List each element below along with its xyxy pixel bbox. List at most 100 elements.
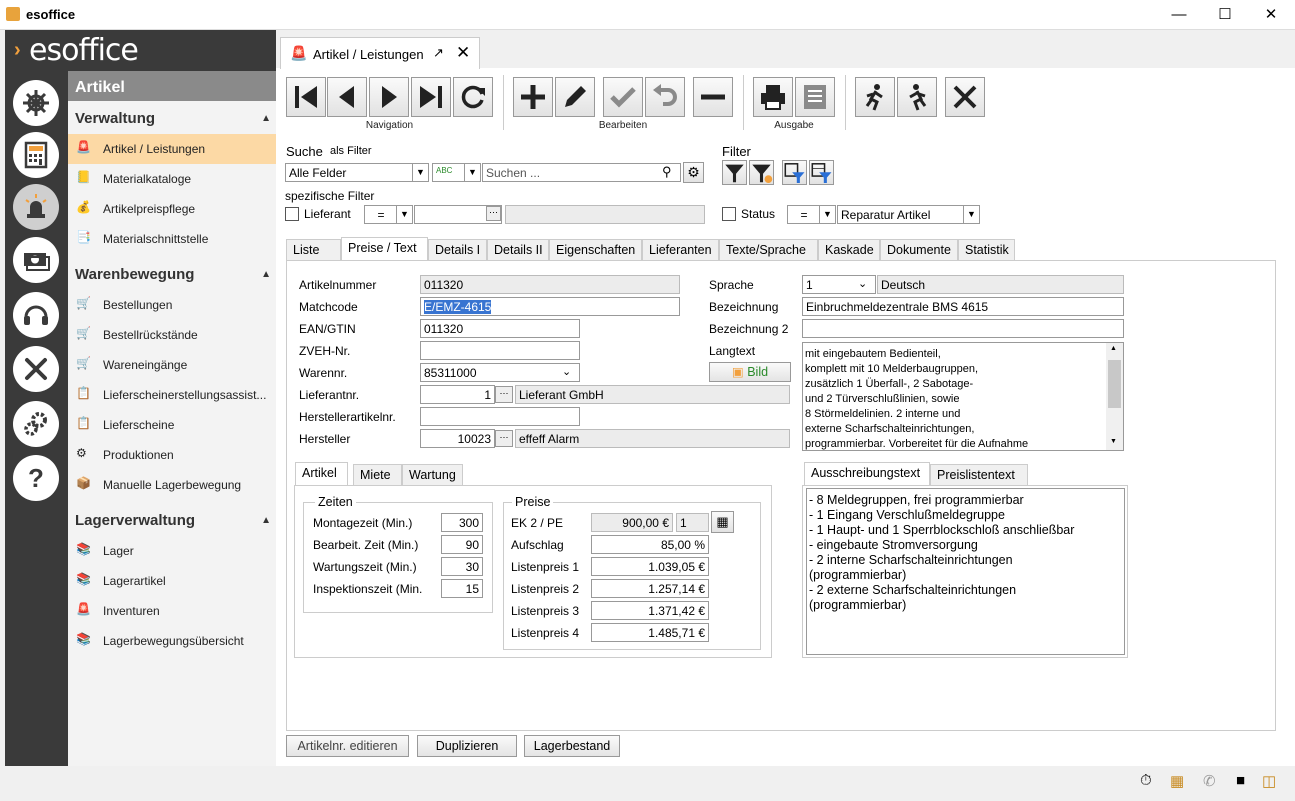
tab-details-2[interactable]: Details II	[487, 239, 549, 260]
tab-ausschreibungstext[interactable]: Ausschreibungstext	[804, 462, 930, 486]
sidebar-item-wareneingaenge[interactable]: 🛒 Wareneingänge	[68, 350, 276, 380]
money-icon[interactable]	[13, 237, 59, 283]
bezeichnung2-field[interactable]	[802, 319, 1124, 338]
status-value-select[interactable]: Reparatur Artikel	[837, 205, 965, 224]
sidebar-item-produktionen[interactable]: ⚙ Produktionen	[68, 440, 276, 470]
sidebar-item-lieferscheine[interactable]: 📋 Lieferscheine	[68, 410, 276, 440]
next-record-button[interactable]	[369, 77, 409, 117]
helm-icon[interactable]	[13, 80, 59, 126]
previous-record-button[interactable]	[327, 77, 367, 117]
tab-details-1[interactable]: Details I	[428, 239, 487, 260]
last-record-button[interactable]	[411, 77, 451, 117]
sidebar-item-lagerbewegungsuebersicht[interactable]: 📚 Lagerbewegungsübersicht	[68, 626, 276, 656]
first-record-button[interactable]	[286, 77, 326, 117]
cancel-button[interactable]	[945, 77, 985, 117]
section-verwaltung[interactable]: Verwaltung ▲	[68, 107, 276, 131]
status-checkbox[interactable]	[722, 207, 736, 221]
tab-statistik[interactable]: Statistik	[958, 239, 1015, 260]
bild-button[interactable]: ▣ Bild	[709, 362, 791, 382]
edit-button[interactable]	[555, 77, 595, 117]
stock-button[interactable]: Lagerbestand	[524, 735, 620, 757]
lieferant-operator[interactable]: =	[364, 205, 398, 224]
wartungszeit-field[interactable]: 30	[441, 557, 483, 576]
artikelnummer-field[interactable]: 011320	[420, 275, 680, 294]
chevron-down-icon[interactable]: ▼	[819, 205, 836, 224]
filter-funnel-icon[interactable]	[722, 160, 747, 185]
sidebar-item-lagerbewegung[interactable]: 📦 Manuelle Lagerbewegung	[68, 470, 276, 500]
hersteller-nr-field[interactable]: 10023	[420, 429, 495, 448]
document-tab[interactable]: 🚨 Artikel / Leistungen ↗ ✕	[280, 37, 480, 69]
save-button[interactable]	[603, 77, 643, 117]
search-field-select[interactable]: Alle Felder	[285, 163, 413, 182]
chevron-down-icon[interactable]: ▼	[464, 163, 481, 182]
filter-edit-icon[interactable]	[749, 160, 774, 185]
database-icon[interactable]: ◫	[1262, 772, 1276, 790]
lieferantnr-field[interactable]: 1	[420, 385, 495, 404]
bearbeitzeit-field[interactable]: 90	[441, 535, 483, 554]
stopwatch-icon[interactable]: ⏱	[1140, 772, 1152, 789]
listenpreis3-field[interactable]: 1.371,42 €	[591, 601, 709, 620]
lock-icon[interactable]: ■	[1236, 772, 1245, 789]
sidebar-item-materialkataloge[interactable]: 📒 Materialkataloge	[68, 164, 276, 194]
alarm-light-icon[interactable]	[13, 184, 59, 230]
subtab-artikel[interactable]: Artikel	[295, 462, 348, 486]
edit-artikelnr-button[interactable]: Artikelnr. editieren	[286, 735, 409, 757]
inspektionszeit-field[interactable]: 15	[441, 579, 483, 598]
abc-icon[interactable]: ABC	[432, 163, 465, 182]
sidebar-item-bestellrueckstaende[interactable]: 🛒 Bestellrückstände	[68, 320, 276, 350]
close-tab-icon[interactable]: ✕	[456, 43, 470, 63]
tab-lieferanten[interactable]: Lieferanten	[642, 239, 719, 260]
calculator-icon[interactable]	[13, 132, 59, 178]
lieferant-lookup-button[interactable]: ⋯	[495, 386, 513, 403]
close-window-button[interactable]: ✕	[1248, 0, 1294, 30]
warennr-field[interactable]: 85311000	[420, 363, 580, 382]
sidebar-item-artikel-leistungen[interactable]: 🚨 Artikel / Leistungen	[68, 134, 276, 164]
print-button[interactable]	[753, 77, 793, 117]
tab-texte-sprache[interactable]: Texte/Sprache	[719, 239, 818, 260]
tab-eigenschaften[interactable]: Eigenschaften	[549, 239, 642, 260]
add-button[interactable]	[513, 77, 553, 117]
help-icon[interactable]: ?	[13, 455, 59, 501]
ausschreibung-text-area[interactable]: - 8 Meldegruppen, frei programmierbar - 1…	[806, 488, 1125, 655]
tab-preislistentext[interactable]: Preislistentext	[930, 464, 1028, 485]
filter-table-icon[interactable]	[809, 160, 834, 185]
tab-dokumente[interactable]: Dokumente	[880, 239, 958, 260]
chevron-down-icon[interactable]: ⌄	[562, 365, 571, 378]
tab-preise-text[interactable]: Preise / Text	[341, 237, 428, 260]
gears-icon[interactable]	[13, 401, 59, 447]
status-operator[interactable]: =	[787, 205, 821, 224]
minimize-button[interactable]: —	[1156, 0, 1202, 30]
chevron-down-icon[interactable]: ⌄	[858, 277, 867, 290]
langtext-area[interactable]: mit eingebautem Bedienteil, komplett mit …	[802, 342, 1124, 451]
report-list-button[interactable]	[795, 77, 835, 117]
chevron-down-icon[interactable]: ▼	[412, 163, 429, 182]
scrollbar-thumb[interactable]	[1108, 360, 1121, 408]
montagezeit-field[interactable]: 300	[441, 513, 483, 532]
sidebar-item-inventuren[interactable]: 🚨 Inventuren	[68, 596, 276, 626]
run-right-button[interactable]	[897, 77, 937, 117]
zveh-field[interactable]	[420, 341, 580, 360]
lieferant-checkbox[interactable]	[285, 207, 299, 221]
aufschlag-field[interactable]: 85,00 %	[591, 535, 709, 554]
lieferant-lookup-button[interactable]: ⋯	[486, 206, 501, 221]
section-warenbewegung[interactable]: Warenbewegung ▲	[68, 263, 276, 287]
sidebar-item-bestellungen[interactable]: 🛒 Bestellungen	[68, 290, 276, 320]
filter-column-icon[interactable]	[782, 160, 807, 185]
subtab-miete[interactable]: Miete	[353, 464, 402, 485]
hersteller-lookup-button[interactable]: ⋯	[495, 430, 513, 447]
headset-icon[interactable]	[13, 292, 59, 338]
popout-icon[interactable]: ↗	[433, 45, 444, 61]
tools-icon[interactable]	[13, 346, 59, 392]
scroll-up-icon[interactable]: ▲	[1110, 345, 1117, 352]
tab-kaskade[interactable]: Kaskade	[818, 239, 880, 260]
sidebar-item-lieferscheinassistent[interactable]: 📋 Lieferscheinerstellungsassist...	[68, 380, 276, 410]
bezeichnung-field[interactable]: Einbruchmeldezentrale BMS 4615	[802, 297, 1124, 316]
sidebar-item-artikelpreispflege[interactable]: 💰 Artikelpreispflege	[68, 194, 276, 224]
listenpreis4-field[interactable]: 1.485,71 €	[591, 623, 709, 642]
sidebar-item-lagerartikel[interactable]: 📚 Lagerartikel	[68, 566, 276, 596]
sidebar-item-lager[interactable]: 📚 Lager	[68, 536, 276, 566]
langtext-scrollbar[interactable]: ▲ ▼	[1106, 343, 1123, 450]
chevron-down-icon[interactable]: ▼	[396, 205, 413, 224]
duplicate-button[interactable]: Duplizieren	[417, 735, 517, 757]
phone-icon[interactable]: ✆	[1203, 772, 1216, 790]
